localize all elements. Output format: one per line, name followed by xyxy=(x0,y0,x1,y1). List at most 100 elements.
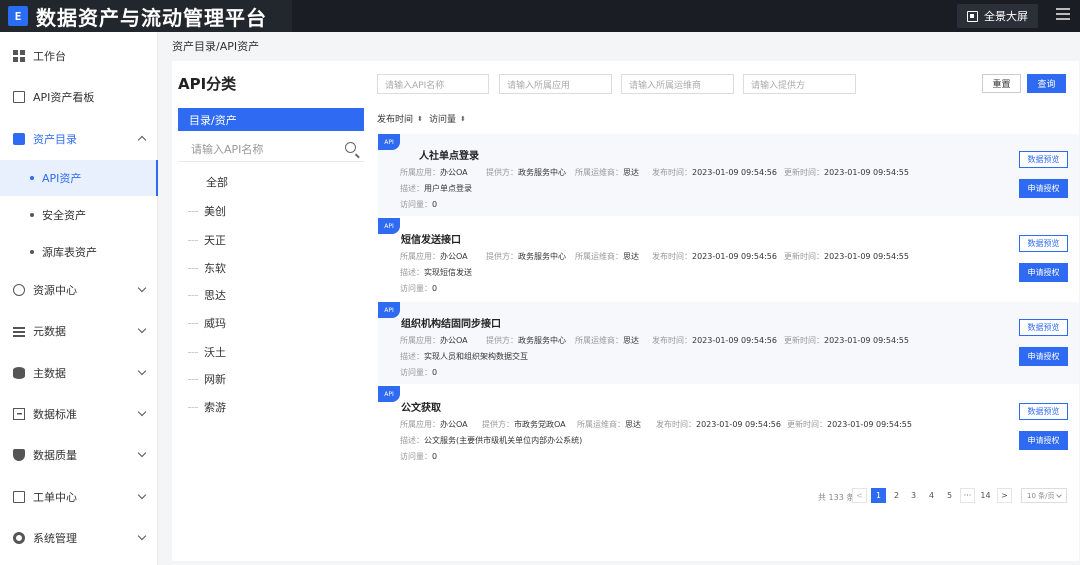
page-button[interactable]: 14 xyxy=(978,488,993,503)
bullet-icon xyxy=(30,250,34,254)
sidebar-item-api-board[interactable]: API资产看板 xyxy=(0,77,158,117)
sort-arrows-icon: ⬍ xyxy=(417,114,423,123)
category-search-placeholder: 请输入API名称 xyxy=(191,142,264,156)
bullet-icon xyxy=(30,213,34,217)
tree-node-all[interactable]: 全部 xyxy=(206,174,228,190)
globe-icon xyxy=(13,284,25,296)
sidebar-item-label: 工单中心 xyxy=(33,491,77,504)
api-card: API 人社单点登录 所属应用：办公OA 提供方：政务服务中心 所属运维商：思达… xyxy=(378,134,1079,217)
sidebar-item-ticket-center[interactable]: 工单中心 xyxy=(0,477,158,517)
search-icon[interactable] xyxy=(345,142,356,153)
sidebar-item-label: 安全资产 xyxy=(42,209,86,222)
api-badge: API xyxy=(378,218,400,234)
sidebar-item-asset-catalog[interactable]: 资产目录 xyxy=(0,119,158,159)
page-button[interactable]: 3 xyxy=(906,488,921,503)
tab-catalog-asset[interactable]: 目录/资产 xyxy=(178,108,364,131)
tree-node[interactable]: 天正 xyxy=(188,232,226,248)
tree-line xyxy=(188,406,198,408)
tree-node[interactable]: 沃土 xyxy=(188,344,226,360)
sidebar-subitem-source-table-asset[interactable]: 源库表资产 xyxy=(0,234,158,270)
page-button[interactable]: 2 xyxy=(889,488,904,503)
data-preview-button[interactable]: 数据预览 xyxy=(1019,403,1068,420)
more-pages-button[interactable]: ··· xyxy=(960,488,975,503)
sidebar-item-metadata[interactable]: 元数据 xyxy=(0,311,158,351)
next-page-button[interactable]: > xyxy=(997,488,1012,503)
reset-button[interactable]: 重置 xyxy=(982,74,1021,93)
api-card: API 公文获取 所属应用：办公OA 提供方：市政务党政OA 所属运维商：思达 … xyxy=(378,386,1079,469)
apply-authorization-button[interactable]: 申请授权 xyxy=(1019,347,1068,366)
tree-node[interactable]: 思达 xyxy=(188,287,226,303)
list-icon xyxy=(13,325,25,337)
chevron-down-icon xyxy=(137,283,147,293)
sidebar-item-label: 元数据 xyxy=(33,325,66,338)
sort-publish-time[interactable]: 发布时间 ⬍ xyxy=(377,112,423,126)
sidebar-subitem-api-asset[interactable]: API资产 xyxy=(0,160,158,196)
sidebar-subitem-security-asset[interactable]: 安全资产 xyxy=(0,197,158,233)
category-panel: API分类 目录/资产 请输入API名称 全部 美创 天正 东软 思达 威玛 沃… xyxy=(172,61,365,561)
sidebar-item-system-management[interactable]: 系统管理 xyxy=(0,518,158,558)
fullscreen-icon xyxy=(967,10,978,22)
meta-visits: 访问量：0 xyxy=(400,284,438,293)
sidebar-item-data-quality[interactable]: 数据质量 xyxy=(0,435,158,475)
sidebar-item-data-standard[interactable]: 数据标准 xyxy=(0,394,158,434)
page-button[interactable]: 5 xyxy=(942,488,957,503)
api-card-title[interactable]: 短信发送接口 xyxy=(401,231,461,246)
sidebar-item-master-data[interactable]: 主数据 xyxy=(0,353,158,393)
api-name-filter-input[interactable]: 请输入API名称 xyxy=(377,74,489,94)
data-preview-button[interactable]: 数据预览 xyxy=(1019,319,1068,336)
tree-line xyxy=(188,294,198,296)
chevron-down-icon xyxy=(137,407,147,417)
category-search-input[interactable]: 请输入API名称 xyxy=(178,136,364,162)
tree-node[interactable]: 威玛 xyxy=(188,315,226,331)
app-filter-input[interactable]: 请输入所属应用 xyxy=(499,74,612,94)
vendor-filter-input[interactable]: 请输入所属运维商 xyxy=(621,74,734,94)
tree-node[interactable]: 网新 xyxy=(188,371,226,387)
brand[interactable]: E 数据资产与流动管理平台 xyxy=(0,0,292,32)
data-preview-button[interactable]: 数据预览 xyxy=(1019,151,1068,168)
tree-line xyxy=(188,351,198,353)
tree-node-label: 东软 xyxy=(204,262,226,275)
meta-visits: 访问量：0 xyxy=(400,200,438,209)
tree-node[interactable]: 美创 xyxy=(188,203,226,219)
prev-page-button[interactable]: < xyxy=(852,488,867,503)
api-card-title[interactable]: 人社单点登录 xyxy=(419,147,479,162)
meta-provider: 提供方：政务服务中心 xyxy=(486,252,566,261)
provider-filter-input[interactable]: 请输入提供方 xyxy=(743,74,856,94)
document-icon xyxy=(13,133,25,145)
tree-node[interactable]: 东软 xyxy=(188,260,226,276)
meta-visits: 访问量：0 xyxy=(400,452,438,461)
meta-vendor: 所属运维商：思达 xyxy=(577,420,641,429)
chevron-up-icon xyxy=(137,135,147,145)
api-badge: API xyxy=(378,302,400,318)
tree-node[interactable]: 索游 xyxy=(188,399,226,415)
chevron-down-icon xyxy=(137,448,147,458)
page-button[interactable]: 4 xyxy=(924,488,939,503)
page-button[interactable]: 1 xyxy=(871,488,886,503)
tree-node-label: 索游 xyxy=(204,401,226,414)
meta-update-time: 更新时间：2023-01-09 09:54:55 xyxy=(787,420,912,429)
data-preview-button[interactable]: 数据预览 xyxy=(1019,235,1068,252)
api-card: API 组织机构结固同步接口 所属应用：办公OA 提供方：政务服务中心 所属运维… xyxy=(378,302,1079,385)
sidebar-item-workbench[interactable]: 工作台 xyxy=(0,36,158,76)
sidebar-item-resource-center[interactable]: 资源中心 xyxy=(0,270,158,310)
breadcrumb: 资产目录/API资产 xyxy=(172,40,260,53)
tree-line xyxy=(188,210,198,212)
api-card-title[interactable]: 公文获取 xyxy=(401,399,441,414)
app-title: 数据资产与流动管理平台 xyxy=(36,5,267,30)
query-button[interactable]: 查询 xyxy=(1027,74,1066,93)
apply-authorization-button[interactable]: 申请授权 xyxy=(1019,431,1068,450)
menu-icon[interactable] xyxy=(1056,8,1070,20)
page-size-select[interactable]: 10 条/页 xyxy=(1021,488,1067,503)
sidebar-item-label: 资产目录 xyxy=(33,133,77,146)
meta-vendor: 所属运维商：思达 xyxy=(575,168,639,177)
meta-publish-time: 发布时间：2023-01-09 09:54:56 xyxy=(652,336,777,345)
sidebar-item-label: 数据标准 xyxy=(33,408,77,421)
sort-visits[interactable]: 访问量 ⬍ xyxy=(429,112,466,126)
fullscreen-button[interactable]: 全景大屏 xyxy=(957,4,1038,28)
meta-provider: 提供方：政务服务中心 xyxy=(486,336,566,345)
meta-description: 描述：公文服务(主要供市级机关单位内部办公系统) xyxy=(400,436,583,445)
api-card-title[interactable]: 组织机构结固同步接口 xyxy=(401,315,501,330)
apply-authorization-button[interactable]: 申请授权 xyxy=(1019,263,1068,282)
apply-authorization-button[interactable]: 申请授权 xyxy=(1019,179,1068,198)
sort-arrows-icon: ⬍ xyxy=(460,114,466,123)
